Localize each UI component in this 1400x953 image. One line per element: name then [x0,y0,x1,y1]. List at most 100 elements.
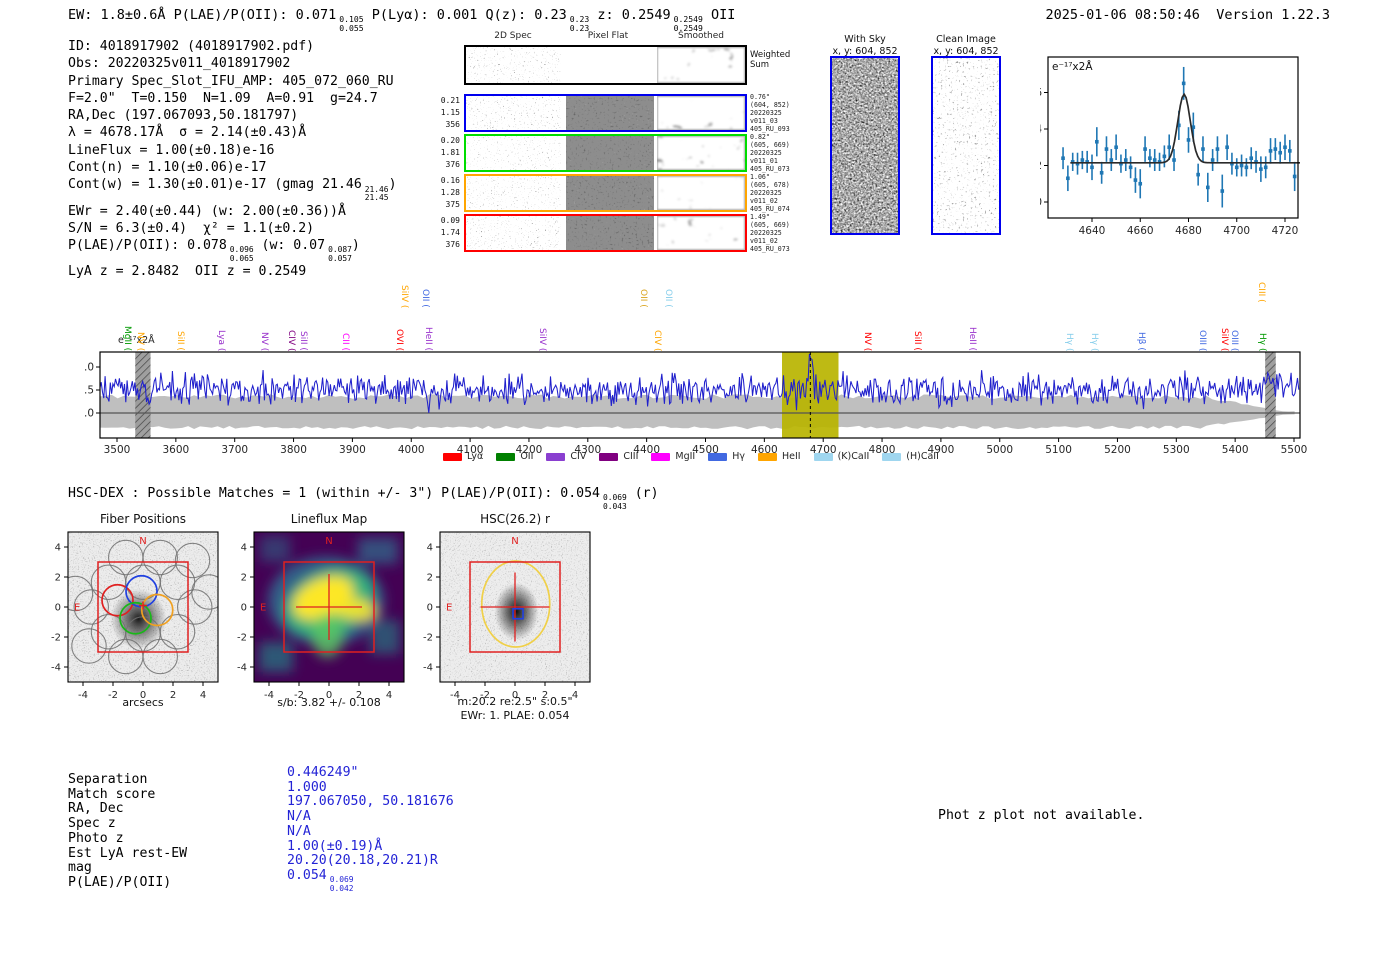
row-smoothed-image [657,96,745,130]
line-label-SiII: SiII ( [175,331,185,351]
stacked-value: 0.096 0.065 [229,245,254,263]
line-label-OII: OII ( [638,289,648,308]
row-right-meta: 0.82" (605, 669) 20220325 v011_01 405_RU_073 [750,133,790,173]
line-label-Lya: Lya ( [216,329,226,351]
info-line: ID: 4018917902 (4018917902.pdf) [68,39,315,54]
row-left-stats: 0.16 1.28 375 [440,176,460,209]
match-row-value: N/A [287,809,311,825]
svg-text:2: 2 [427,573,433,584]
fiber-xlabel: arcsecs [122,696,164,709]
legend-label: MgII [675,451,696,462]
legend-swatch [651,452,671,461]
row-left-stats: 0.20 1.81 376 [440,136,460,169]
svg-text:3500: 3500 [104,444,131,456]
elixer-report-page: EW: 1.8±0.6Å P(LAE)/P(OII): 0.071 0.105 0.… [0,0,1400,953]
svg-text:-4: -4 [423,663,433,674]
svg-text:N: N [511,536,518,547]
photz-note: Phot z plot not available. [938,808,1145,823]
svg-text:-2: -2 [51,633,61,644]
line-label-NV: NV ( [862,331,872,351]
svg-text:2: 2 [55,573,61,584]
fiber-positions-title: Fiber Positions [99,512,187,526]
match-row-value: N/A [287,823,311,839]
legend-swatch [443,452,462,461]
info-line: Primary Spec_Slot_IFU_AMP: 405_072_060_R… [68,73,394,89]
line-label-MgII: MgII ( [122,325,132,351]
svg-text:4700: 4700 [1223,225,1250,237]
line-label-SiII: SiII ( [298,331,308,351]
cutout-row [464,214,747,252]
match-row-label: Est LyA rest-EW [68,845,188,861]
hsc-r-title: HSC(26.2) r [480,512,550,526]
match-row-label: Spec z [68,816,116,832]
match-row-value: 1.00(±0.19)Å [287,838,383,854]
svg-text:4680: 4680 [1175,225,1202,237]
line-label-SiIV: SiIV ( [537,327,547,351]
svg-text:6: 6 [1040,87,1042,99]
legend-item: (H)CaII [882,451,939,462]
svg-text:N: N [325,536,332,547]
info-line: P(LAE)/P(OII): 0.078 0.096 0.065 (w: 0.07 0… [68,238,360,263]
cutout-row [464,134,747,172]
info-line: F=2.0" T=0.150 N=1.09 A=0.91 g=24.7 [68,90,378,106]
match-row-value: 1.000 [287,779,327,795]
match-row-label: P(LAE)/P(OII) [68,874,172,890]
info-line: RA,Dec (197.067093,50.181797) [68,108,299,124]
line-label-HeII: HeII ( [423,327,433,351]
svg-text:4: 4 [427,543,433,554]
col-header-smoothed: Smoothed [678,31,724,41]
legend-item: Hγ [708,451,745,462]
legend-swatch [882,452,902,461]
legend-label: HeII [782,451,801,462]
hsc-r-panel: N E -4 -2 0 2 4 4 2 0 -2 -4 [408,528,620,704]
svg-text:5000: 5000 [986,444,1013,456]
line-label-OIII: OIII ( [1197,329,1207,351]
line-label-NV: NV ( [135,331,145,351]
line-label-Hγ: Hγ ( [1089,332,1099,351]
stacked-value: 21.46 21.45 [364,184,389,203]
legend-label: CIV [570,451,587,462]
match-row-label: Photo z [68,830,124,846]
full-spectrum-plot: 3500 3600 3700 3800 3900 4000 4100 4200 4300 4400… [85,345,1315,467]
legend-item: Lyα [443,451,483,462]
clean-image-title: Clean Image x, y: 604, 852 [933,34,999,57]
cutout-row [464,94,747,132]
weighted-sum-row [464,45,747,85]
svg-text:0: 0 [1040,197,1042,209]
match-row-label: RA, Dec [68,801,124,817]
lineflux-map-panel: N E -4 -2 0 2 4 4 2 0 -2 -4 [222,528,434,704]
svg-text:5400: 5400 [1222,444,1249,456]
line-label-HeII: HeII ( [967,327,977,351]
weighted-sum-label: Weighted Sum [750,50,791,70]
hsc-caption-2: EWr: 1. PLAE: 0.054 [460,709,570,722]
svg-text:0.0: 0.0 [85,408,94,420]
fiber-positions-panel: N E -4 -2 0 2 4 4 2 0 -2 -4 [36,528,248,704]
info-line: EWr = 2.40(±0.44) (w: 2.00(±0.36))Å [68,203,346,219]
with-sky-image [830,56,900,235]
svg-text:4640: 4640 [1079,225,1106,237]
row-2dspec-image [466,136,561,170]
clean-image [931,56,1001,235]
svg-text:3900: 3900 [339,444,366,456]
legend-swatch [496,452,516,461]
svg-text:4660: 4660 [1127,225,1154,237]
row-2dspec-image [466,176,561,210]
svg-text:E: E [74,603,80,614]
line-label-NV: NV ( [259,331,269,351]
svg-text:e⁻¹⁷x2Å: e⁻¹⁷x2Å [1052,60,1093,73]
lineflux-map-title: Lineflux Map [290,512,368,526]
svg-text:-2: -2 [423,633,433,644]
legend-label: CIII [623,451,639,462]
row-right-meta: 0.76" (604, 852) 20220325 v011_03 405_RU_093 [750,93,790,133]
col-header-2dspec: 2D Spec [494,31,532,41]
line-fit-inset-plot: 4640 4660 4680 4700 4720 0 2 4 6 e⁻¹⁷x2Å [1040,50,1310,242]
row-2dspec-image [466,216,561,250]
hsc-caption-1: m:20.2 re:2.5" s:0.5" [457,695,573,708]
row-smoothed-image [657,176,745,210]
legend-item: OII [496,451,533,462]
match-row-value: 20.20(20.18,20.21)R [287,853,438,869]
weighted-2dspec-image [466,47,561,83]
svg-text:4: 4 [1040,124,1042,136]
match-row-value: 0.054 0.069 0.042 [287,867,354,893]
row-right-meta: 1.49" (605, 669) 20220325 v011_02 405_RU_073 [750,213,790,253]
